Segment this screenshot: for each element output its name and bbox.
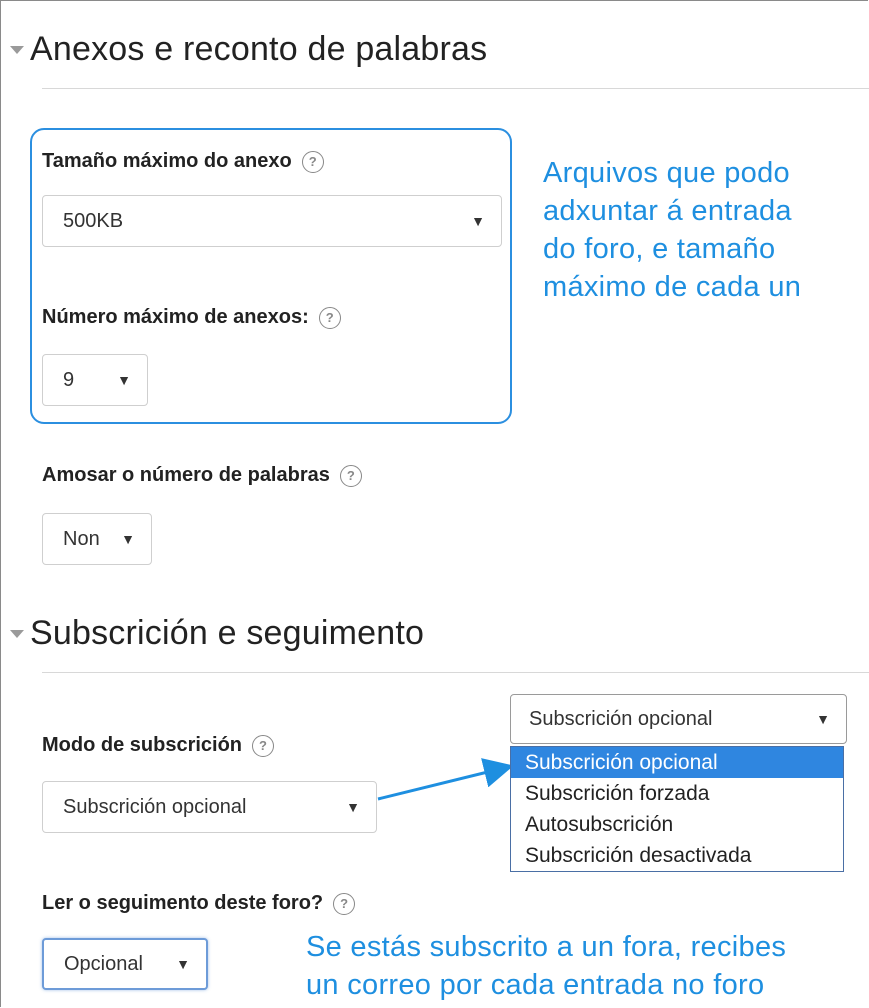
subscription-mode-select[interactable]: Subscrición opcional ▼ bbox=[42, 781, 377, 833]
annotation-line: un correo por cada entrada no foro bbox=[306, 969, 765, 1001]
section-divider bbox=[42, 88, 869, 89]
annotation-line: do foro, e tamaño bbox=[543, 233, 776, 265]
dropdown-option-auto[interactable]: Autosubscrición bbox=[511, 809, 843, 840]
max-attachment-size-select[interactable]: 500KB ▼ bbox=[42, 195, 502, 247]
chevron-down-icon: ▼ bbox=[471, 213, 485, 229]
label-text: Modo de subscrición bbox=[42, 734, 243, 756]
chevron-down-icon: ▼ bbox=[117, 372, 131, 388]
word-count-select[interactable]: Non ▼ bbox=[42, 513, 152, 565]
tracking-label: Ler o seguimento deste foro? ? bbox=[42, 892, 356, 915]
help-icon[interactable]: ? bbox=[252, 734, 275, 757]
select-value: Non bbox=[63, 527, 100, 550]
collapse-triangle-icon[interactable] bbox=[10, 45, 24, 54]
arrow-annotation bbox=[377, 758, 514, 801]
chevron-down-icon: ▼ bbox=[816, 711, 830, 727]
max-attachment-size-label: Tamaño máximo do anexo ? bbox=[42, 150, 324, 173]
dropdown-option-optional[interactable]: Subscrición opcional bbox=[511, 747, 843, 778]
dropdown-option-forced[interactable]: Subscrición forzada bbox=[511, 778, 843, 809]
label-text: Amosar o número de palabras bbox=[42, 464, 330, 486]
subscription-mode-label: Modo de subscrición ? bbox=[42, 734, 275, 757]
section-title: Anexos e reconto de palabras bbox=[30, 30, 488, 68]
chevron-down-icon: ▼ bbox=[121, 531, 135, 547]
annotation-subscription: Se estás subscrito a un fora, recibes un… bbox=[306, 928, 786, 1004]
label-text: Ler o seguimento deste foro? bbox=[42, 892, 324, 914]
annotation-line: adxuntar á entrada bbox=[543, 195, 792, 227]
section-divider bbox=[42, 672, 869, 673]
label-text: Tamaño máximo do anexo bbox=[42, 150, 292, 172]
word-count-label: Amosar o número de palabras ? bbox=[42, 464, 362, 487]
select-value: Opcional bbox=[64, 952, 143, 975]
select-value: 9 bbox=[63, 368, 75, 391]
subscription-mode-dropdown[interactable]: Subscrición opcional Subscrición forzada… bbox=[510, 746, 844, 872]
help-icon[interactable]: ? bbox=[318, 306, 341, 329]
max-attachments-label: Número máximo de anexos: ? bbox=[42, 306, 341, 329]
section-header-attachments[interactable]: Anexos e reconto de palabras bbox=[10, 30, 487, 69]
max-attachments-select[interactable]: 9 ▼ bbox=[42, 354, 148, 406]
label-text: Número máximo de anexos: bbox=[42, 306, 309, 328]
help-icon[interactable]: ? bbox=[339, 464, 362, 487]
select-value: 500KB bbox=[63, 209, 124, 232]
collapse-triangle-icon[interactable] bbox=[10, 629, 24, 638]
help-icon[interactable]: ? bbox=[301, 150, 324, 173]
chevron-down-icon: ▼ bbox=[176, 956, 190, 972]
subscription-mode-open-select[interactable]: Subscrición opcional ▼ bbox=[510, 694, 847, 744]
tracking-select[interactable]: Opcional ▼ bbox=[42, 938, 208, 990]
select-value: Subscrición opcional bbox=[63, 795, 247, 818]
annotation-line: máximo de cada un bbox=[543, 271, 802, 303]
annotation-attachments: Arquivos que podo adxuntar á entrada do … bbox=[543, 154, 801, 306]
section-header-subscription[interactable]: Subscrición e seguimento bbox=[10, 614, 424, 653]
section-title: Subscrición e seguimento bbox=[30, 614, 425, 652]
help-icon[interactable]: ? bbox=[333, 892, 356, 915]
select-value: Subscrición opcional bbox=[529, 707, 713, 730]
dropdown-option-disabled[interactable]: Subscrición desactivada bbox=[511, 840, 843, 871]
annotation-line: Arquivos que podo bbox=[543, 157, 790, 189]
annotation-line: Se estás subscrito a un fora, recibes bbox=[306, 931, 787, 963]
